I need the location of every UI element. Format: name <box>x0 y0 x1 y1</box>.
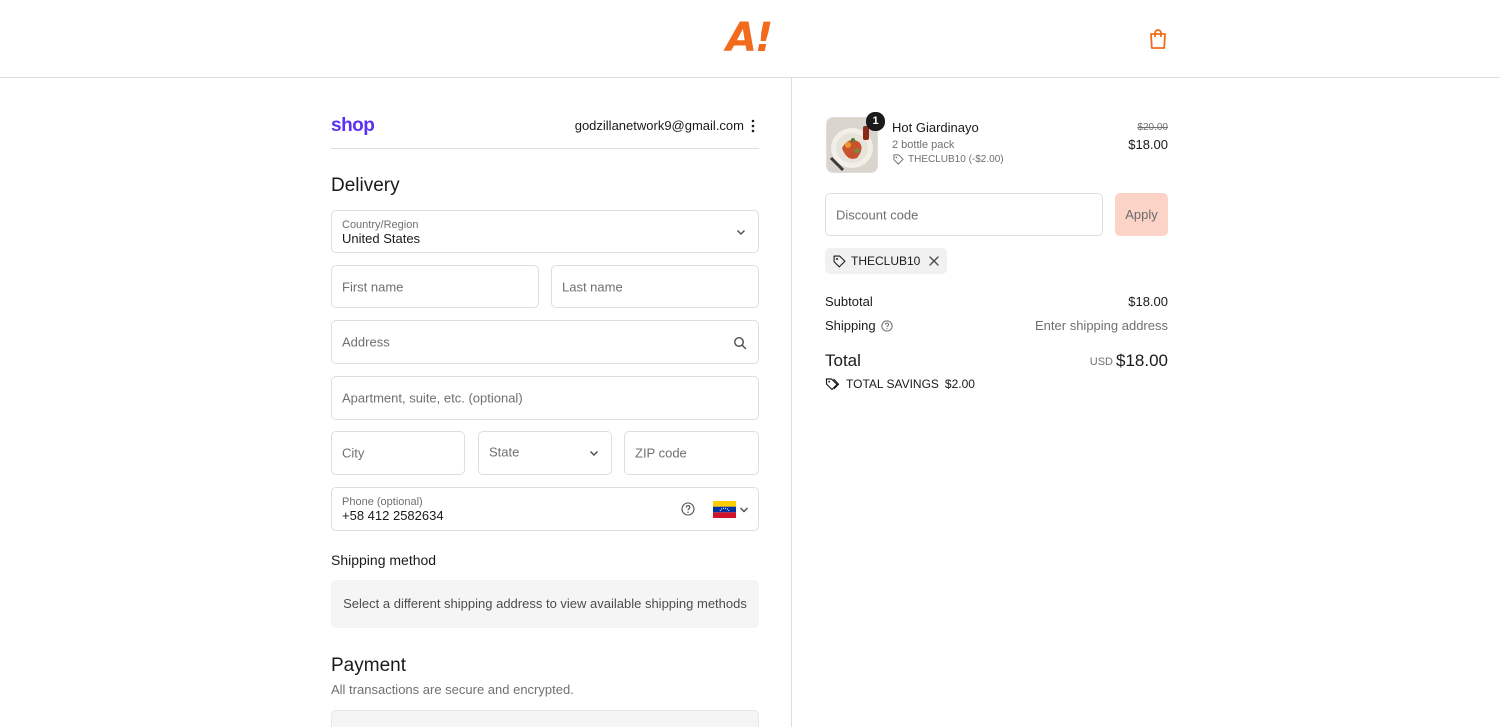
discount-code-placeholder: Discount code <box>836 207 919 222</box>
total-label: Total <box>825 351 861 370</box>
total-value: $18.00 <box>1116 351 1168 370</box>
phone-value: +58 412 2582634 <box>342 508 444 523</box>
tag-icon <box>893 154 904 165</box>
shipping-row: Shipping <box>825 318 893 333</box>
tag-icon <box>833 255 846 267</box>
product-discount: THECLUB10 (-$2.00) <box>893 154 1004 165</box>
state-select[interactable]: State <box>478 431 612 475</box>
applied-discount-chip: THECLUB10 <box>825 248 947 274</box>
total-savings: TOTAL SAVINGS $2.00 <box>825 377 975 391</box>
zip-placeholder: ZIP code <box>635 445 687 461</box>
zip-input[interactable]: ZIP code <box>624 431 759 475</box>
product-price: $18.00 <box>1128 137 1168 152</box>
country-label: Country/Region <box>342 219 419 231</box>
close-icon[interactable] <box>928 255 940 267</box>
phone-input[interactable]: Phone (optional) +58 412 2582634 <box>331 487 759 531</box>
column-divider <box>791 78 792 727</box>
savings-tag-icon <box>825 378 840 391</box>
product-original-price: $20.00 <box>1137 122 1168 133</box>
country-value: United States <box>342 231 421 246</box>
country-code-select[interactable] <box>713 500 749 520</box>
city-input[interactable]: City <box>331 431 465 475</box>
shop-pay-logo: shop <box>331 115 375 136</box>
section-divider <box>331 148 759 149</box>
shipping-method-heading: Shipping method <box>331 552 437 568</box>
phone-label: Phone (optional) <box>342 496 423 508</box>
delivery-heading: Delivery <box>331 175 400 196</box>
store-logo[interactable]: A! <box>726 14 773 62</box>
last-name-placeholder: Last name <box>562 279 623 294</box>
address-input[interactable]: Address <box>331 320 759 364</box>
apartment-input[interactable]: Apartment, suite, etc. (optional) <box>331 376 759 420</box>
first-name-input[interactable]: First name <box>331 265 539 308</box>
more-options-icon[interactable] <box>748 118 758 134</box>
shipping-label: Shipping <box>825 318 876 333</box>
help-circle-icon[interactable] <box>880 319 893 332</box>
order-summary-panel <box>792 78 1500 727</box>
chevron-down-icon <box>737 229 745 235</box>
country-select[interactable]: Country/Region United States <box>331 210 759 253</box>
total-currency: USD <box>1089 356 1113 368</box>
subtotal-value: $18.00 <box>1128 294 1168 309</box>
quantity-badge: 1 <box>866 112 885 131</box>
chevron-down-icon <box>590 451 598 456</box>
help-circle-icon[interactable] <box>681 502 695 516</box>
payment-methods-box <box>331 710 759 727</box>
last-name-input[interactable]: Last name <box>551 265 759 308</box>
city-placeholder: City <box>342 445 365 461</box>
product-variant: 2 bottle pack <box>892 139 955 151</box>
product-name: Hot Giardinayo <box>892 120 979 135</box>
first-name-placeholder: First name <box>342 279 404 294</box>
chevron-down-icon <box>740 507 748 513</box>
product-discount-label: THECLUB10 (-$2.00) <box>908 154 1004 165</box>
payment-subtitle: All transactions are secure and encrypte… <box>331 682 574 697</box>
applied-discount-code: THECLUB10 <box>851 254 921 268</box>
venezuela-flag-icon <box>713 501 736 518</box>
total-savings-label: TOTAL SAVINGS <box>846 377 939 391</box>
apply-discount-button[interactable]: Apply <box>1115 193 1168 236</box>
shipping-method-notice: Select a different shipping address to v… <box>331 580 759 628</box>
subtotal-label: Subtotal <box>825 294 873 309</box>
shipping-value: Enter shipping address <box>1035 318 1168 333</box>
store-header: A! <box>0 0 1500 78</box>
discount-code-input[interactable]: Discount code <box>825 193 1103 236</box>
payment-heading: Payment <box>331 655 406 676</box>
shipping-method-message: Select a different shipping address to v… <box>343 596 747 611</box>
shopping-bag-icon[interactable] <box>1148 28 1168 50</box>
state-placeholder: State <box>489 444 520 460</box>
total-savings-value: $2.00 <box>944 377 975 391</box>
account-email: godzillanetwork9@gmail.com <box>574 118 744 133</box>
search-icon <box>733 336 747 350</box>
address-placeholder: Address <box>342 334 390 350</box>
apartment-placeholder: Apartment, suite, etc. (optional) <box>342 390 523 406</box>
